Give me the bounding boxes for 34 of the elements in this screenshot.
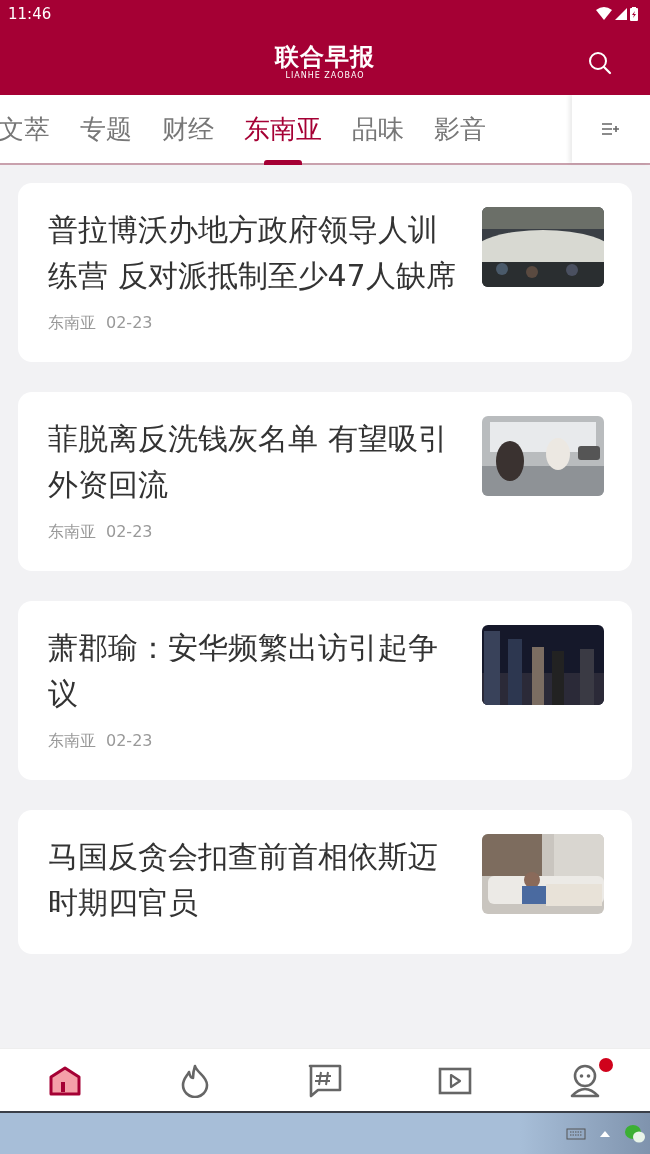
home-icon[interactable]	[48, 1065, 82, 1097]
search-icon[interactable]	[588, 51, 612, 75]
article-card[interactable]: 普拉博沃办地方政府领导人训练营 反对派抵制至少47人缺席 东南亚 02-23	[18, 183, 632, 362]
channel-tab[interactable]: 影音	[434, 95, 486, 163]
article-card[interactable]: 马国反贪会扣查前首相依斯迈时期四官员	[18, 810, 632, 954]
channel-tab[interactable]: 品味	[352, 95, 404, 163]
article-date: 02-23	[106, 731, 153, 752]
channel-tab[interactable]: 东南亚	[244, 95, 322, 163]
chat-icon[interactable]	[624, 1123, 646, 1144]
battery-icon	[630, 6, 638, 21]
article-title: 普拉博沃办地方政府领导人训练营 反对派抵制至少47人缺席	[48, 211, 457, 295]
article-date: 02-23	[106, 313, 153, 334]
app-logo: 联合早报	[275, 42, 375, 71]
status-time: 11:46	[8, 4, 52, 23]
logo-subtitle: LIANHE ZAOBAO	[285, 70, 365, 80]
article-title: 菲脱离反洗钱灰名单 有望吸引外资回流	[48, 420, 449, 504]
article-date: 02-23	[106, 522, 153, 543]
article-title: 马国反贪会扣查前首相依斯迈时期四官员	[48, 838, 439, 922]
article-section: 东南亚	[48, 522, 96, 543]
channel-tab[interactable]: 财经	[162, 95, 214, 163]
article-title: 萧郡瑜：安华频繁出访引起争议	[48, 629, 439, 713]
article-card[interactable]: 菲脱离反洗钱灰名单 有望吸引外资回流 东南亚 02-23	[18, 392, 632, 571]
article-card[interactable]: 萧郡瑜：安华频繁出访引起争议 东南亚 02-23	[18, 601, 632, 780]
article-section: 东南亚	[48, 731, 96, 752]
video-icon[interactable]	[438, 1067, 472, 1095]
profile-icon[interactable]	[568, 1064, 602, 1098]
topic-icon[interactable]	[308, 1064, 342, 1098]
article-section: 东南亚	[48, 313, 96, 334]
channel-tab[interactable]: 专题	[80, 95, 132, 163]
channel-menu-icon[interactable]	[602, 122, 620, 136]
tray-arrow-icon[interactable]	[600, 1130, 610, 1137]
signal-icon	[615, 7, 627, 20]
flame-icon[interactable]	[180, 1064, 210, 1098]
wifi-icon	[596, 7, 612, 20]
